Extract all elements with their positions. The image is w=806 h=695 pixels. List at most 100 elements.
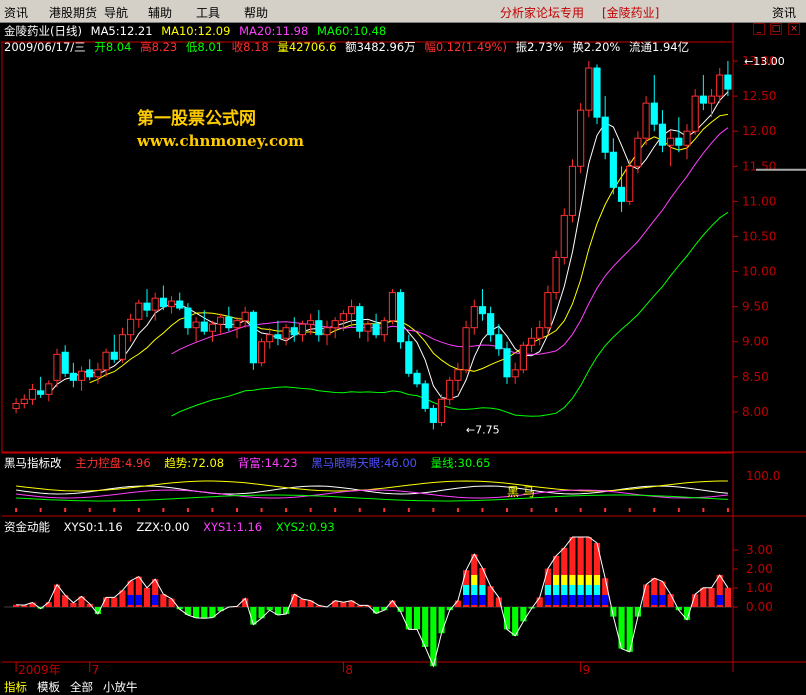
indicator2-bar-down bbox=[618, 607, 625, 649]
candle-body bbox=[200, 321, 208, 332]
candle-body bbox=[527, 337, 536, 346]
candle-body bbox=[454, 369, 462, 381]
indicator2-bar-cyan bbox=[463, 585, 470, 595]
float-shares: 流通1.94亿 bbox=[629, 40, 690, 54]
candle-body bbox=[249, 311, 257, 364]
indicator2-bar-blue bbox=[127, 595, 134, 605]
indicator1-bar bbox=[15, 508, 18, 512]
indicator2-bar-up bbox=[708, 587, 715, 607]
candle-body bbox=[388, 292, 397, 322]
menu-bar: 资讯 港股期货 导航 辅助 工具 帮助 分析家论坛专用 [金陵药业] 资讯系 bbox=[0, 0, 806, 37]
candle-body bbox=[585, 67, 593, 111]
stock-name: 金陵药业(日线) bbox=[4, 24, 82, 38]
candle-body bbox=[397, 292, 405, 343]
candle-body bbox=[192, 321, 200, 329]
indicator1-bar bbox=[137, 508, 140, 512]
change-value: 0.12(1.49%) bbox=[435, 40, 507, 54]
indicator2-bar-yellow bbox=[585, 575, 592, 585]
candle-body bbox=[339, 313, 347, 322]
indicator2-bar-cyan bbox=[569, 585, 576, 595]
tab-all[interactable]: 全部 bbox=[70, 679, 93, 695]
indicator1-bar bbox=[481, 508, 484, 512]
indicator2-bar-yellow bbox=[561, 575, 568, 585]
menu-item-info[interactable]: 资讯 bbox=[4, 4, 28, 21]
candle-body bbox=[577, 109, 585, 167]
indicator2-bar-cyan bbox=[553, 585, 560, 595]
indicator2-bar-down bbox=[250, 607, 257, 625]
candle-body bbox=[282, 327, 290, 339]
y-tick-label-7: 9.50 bbox=[742, 300, 769, 314]
kline-chart[interactable]: 13.0012.5012.0011.5011.0010.5010.009.509… bbox=[0, 0, 806, 695]
indicator2-bar-up bbox=[667, 594, 674, 607]
candle-body bbox=[601, 116, 609, 153]
indicator1-bar bbox=[702, 508, 705, 512]
candle-body bbox=[12, 402, 20, 409]
y-tick-label-4: 11.00 bbox=[742, 194, 776, 208]
candle-body bbox=[495, 334, 503, 350]
candle-body bbox=[667, 137, 675, 146]
tab-template[interactable]: 模板 bbox=[37, 679, 60, 695]
indicator1-bar bbox=[186, 508, 189, 512]
watermark-title: 第一股票公式网 bbox=[137, 109, 256, 129]
indicator1-bar bbox=[407, 508, 410, 512]
candle-body bbox=[225, 316, 233, 329]
candle-body bbox=[45, 383, 53, 395]
minimize-icon[interactable]: _ bbox=[753, 23, 765, 35]
indicator2-bar-blue bbox=[479, 595, 486, 605]
candle-body bbox=[356, 306, 364, 332]
ma5-value: MA5:12.21 bbox=[90, 24, 153, 38]
indicator1-rich: 背富:14.23 bbox=[237, 456, 298, 470]
indicator2-axis-label-0: 3.00 bbox=[746, 543, 773, 557]
candle-body bbox=[347, 306, 356, 315]
indicator1-line-3 bbox=[16, 494, 728, 502]
candle-body bbox=[568, 165, 577, 216]
stock-tag: [金陵药业] bbox=[602, 6, 660, 20]
candle-body bbox=[487, 313, 495, 336]
quote-line-2: 2009/06/17/三 开8.04 高8.23 低8.01 收8.18 量42… bbox=[4, 39, 694, 55]
indicator2-xys2: XYS2:0.93 bbox=[275, 520, 335, 534]
candle-body bbox=[364, 323, 372, 332]
menu-item-assist[interactable]: 辅助 bbox=[148, 4, 172, 21]
y-tick-label-6: 10.00 bbox=[742, 265, 776, 279]
indicator1-bar bbox=[236, 508, 238, 512]
candle-body bbox=[675, 137, 683, 146]
ma60-value: MA60:10.48 bbox=[316, 24, 387, 38]
indicator2-bar-cyan bbox=[471, 585, 478, 595]
candle-body bbox=[405, 341, 413, 374]
indicator2-name: 资金动能 bbox=[4, 520, 50, 534]
candle-body bbox=[372, 323, 380, 336]
tab-indicator[interactable]: 指标 bbox=[4, 679, 27, 695]
indicator1-bar bbox=[309, 508, 312, 512]
indicator2-axis-label-1: 2.00 bbox=[746, 562, 773, 576]
candle-body bbox=[86, 369, 94, 378]
indicator1-header: 黑马指标改 主力控盘:4.96 趋势:72.08 背富:14.23 黑马眼睛天眼… bbox=[4, 455, 500, 471]
tab-xiaofangniu[interactable]: 小放牛 bbox=[103, 679, 138, 695]
indicator2-xys0: XYS0:1.16 bbox=[63, 520, 123, 534]
indicator2-bar-blue bbox=[651, 595, 658, 605]
close-icon[interactable]: × bbox=[788, 23, 800, 35]
turnover: 换2.20% bbox=[572, 40, 621, 54]
candle-body bbox=[470, 306, 478, 329]
candle-body bbox=[315, 320, 323, 336]
indicator2-bar-blue bbox=[463, 595, 470, 605]
candle-body bbox=[519, 344, 527, 371]
candle-body bbox=[53, 353, 61, 381]
indicator2-bar-up bbox=[700, 587, 707, 607]
candle-body bbox=[331, 320, 339, 329]
indicator1-bar bbox=[285, 508, 288, 512]
restore-icon[interactable]: □ bbox=[770, 23, 782, 35]
menu-item-navigation[interactable]: 导航 bbox=[104, 4, 128, 21]
indicator1-bar bbox=[726, 508, 729, 512]
menu-item-help[interactable]: 帮助 bbox=[244, 4, 268, 21]
indicator2-bar-blue bbox=[553, 595, 560, 605]
candle-body bbox=[159, 297, 167, 308]
indicator2-bar-cyan bbox=[593, 585, 601, 595]
annotation-0: ←13.00 bbox=[744, 55, 785, 68]
indicator1-bar bbox=[64, 508, 67, 512]
indicator2-bar-down bbox=[422, 607, 429, 647]
indicator1-name: 黑马指标改 bbox=[4, 456, 62, 470]
candle-body bbox=[127, 318, 135, 336]
candle-body bbox=[167, 300, 176, 308]
menu-item-hk-futures[interactable]: 港股期货 bbox=[49, 4, 97, 21]
menu-item-tools[interactable]: 工具 bbox=[196, 4, 220, 21]
